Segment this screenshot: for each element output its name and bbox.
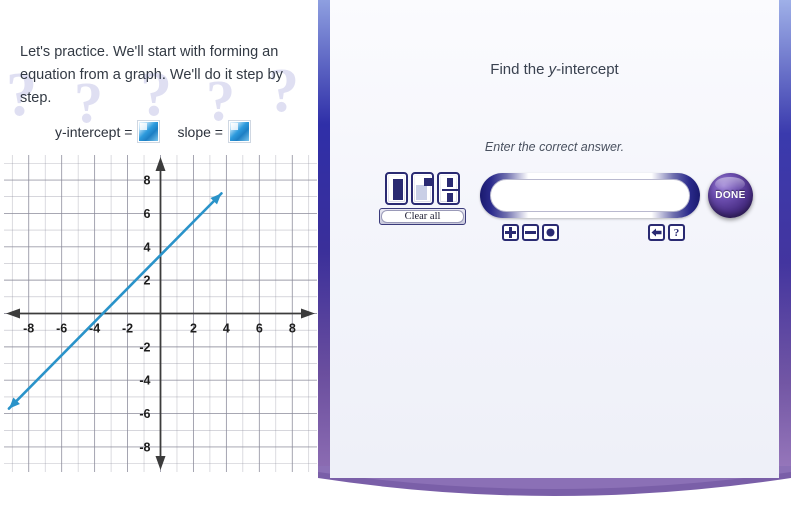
answer-field-frame — [480, 173, 700, 218]
numerator-glyph-icon — [447, 178, 453, 187]
decimal-point-button[interactable] — [542, 224, 559, 241]
svg-text:6: 6 — [256, 322, 263, 336]
svg-text:8: 8 — [144, 174, 151, 188]
fraction-bar-icon — [442, 189, 459, 191]
answer-page: Find the y-intercept Enter the correct a… — [330, 0, 779, 478]
svg-text:-4: -4 — [139, 374, 150, 388]
navigation-button-row: ? — [648, 224, 685, 241]
base-glyph-icon — [416, 185, 427, 200]
help-glyph: ? — [673, 226, 680, 239]
svg-text:-2: -2 — [139, 340, 150, 354]
lesson-screen: ? ? ? ? ? ? Let's practice. We'll start … — [0, 0, 791, 516]
superscript-glyph-icon — [424, 178, 432, 186]
image-placeholder-icon — [228, 121, 250, 142]
answer-instruction: Enter the correct answer. — [484, 140, 625, 154]
svg-text:-6: -6 — [56, 322, 67, 336]
image-placeholder-icon — [138, 121, 160, 142]
svg-text:-6: -6 — [139, 407, 150, 421]
graph-svg: -8 -6 -4 -2 2 4 6 88642-2-4-6-8 — [4, 155, 317, 472]
slope-label: slope = — [177, 123, 223, 140]
left-lesson-panel: ? ? ? ? ? ? Let's practice. We'll start … — [0, 0, 318, 516]
fraction-template-button[interactable] — [437, 172, 460, 205]
minus-button[interactable] — [522, 224, 539, 241]
plus-button[interactable] — [502, 224, 519, 241]
page-title: Find the y-intercept — [330, 61, 779, 78]
svg-text:-8: -8 — [23, 322, 34, 336]
right-answer-panel: Find the y-intercept Enter the correct a… — [318, 0, 791, 516]
box-glyph-icon — [393, 179, 403, 200]
template-glyph-area — [389, 176, 404, 201]
done-label: DONE — [715, 190, 746, 201]
lesson-instruction-text: Let's practice. We'll start with forming… — [20, 44, 283, 106]
math-template-palette — [385, 172, 460, 205]
title-suffix: -intercept — [556, 61, 619, 78]
clear-all-button[interactable]: Clear all — [379, 208, 466, 225]
frame-right-band — [779, 0, 791, 478]
exponent-template-button[interactable] — [411, 172, 434, 205]
template-glyph-area — [441, 176, 459, 202]
clear-all-label: Clear all — [381, 210, 464, 223]
svg-text:4: 4 — [144, 240, 151, 254]
frame-left-band — [318, 0, 330, 478]
svg-text:-8: -8 — [139, 440, 150, 454]
plain-box-template-button[interactable] — [385, 172, 408, 205]
svg-text:-2: -2 — [122, 322, 133, 336]
help-button[interactable]: ? — [668, 224, 685, 241]
svg-text:8: 8 — [289, 322, 296, 336]
backspace-button[interactable] — [648, 224, 665, 241]
done-button[interactable]: DONE — [708, 173, 753, 218]
variable-slots-row: y-intercept = slope = — [55, 121, 250, 142]
coordinate-graph: -8 -6 -4 -2 2 4 6 8 8 6 4 2 -2 -4 -6 -8 — [4, 155, 317, 472]
answer-input[interactable] — [490, 179, 690, 212]
svg-text:6: 6 — [144, 207, 151, 221]
y-intercept-label: y-intercept = — [55, 123, 133, 140]
svg-text:2: 2 — [190, 322, 197, 336]
title-prefix: Find the — [490, 61, 549, 78]
denominator-glyph-icon — [447, 193, 453, 202]
svg-text:4: 4 — [223, 322, 230, 336]
svg-text:2: 2 — [144, 274, 151, 288]
operator-button-row — [502, 224, 559, 241]
template-glyph-area — [415, 176, 432, 201]
